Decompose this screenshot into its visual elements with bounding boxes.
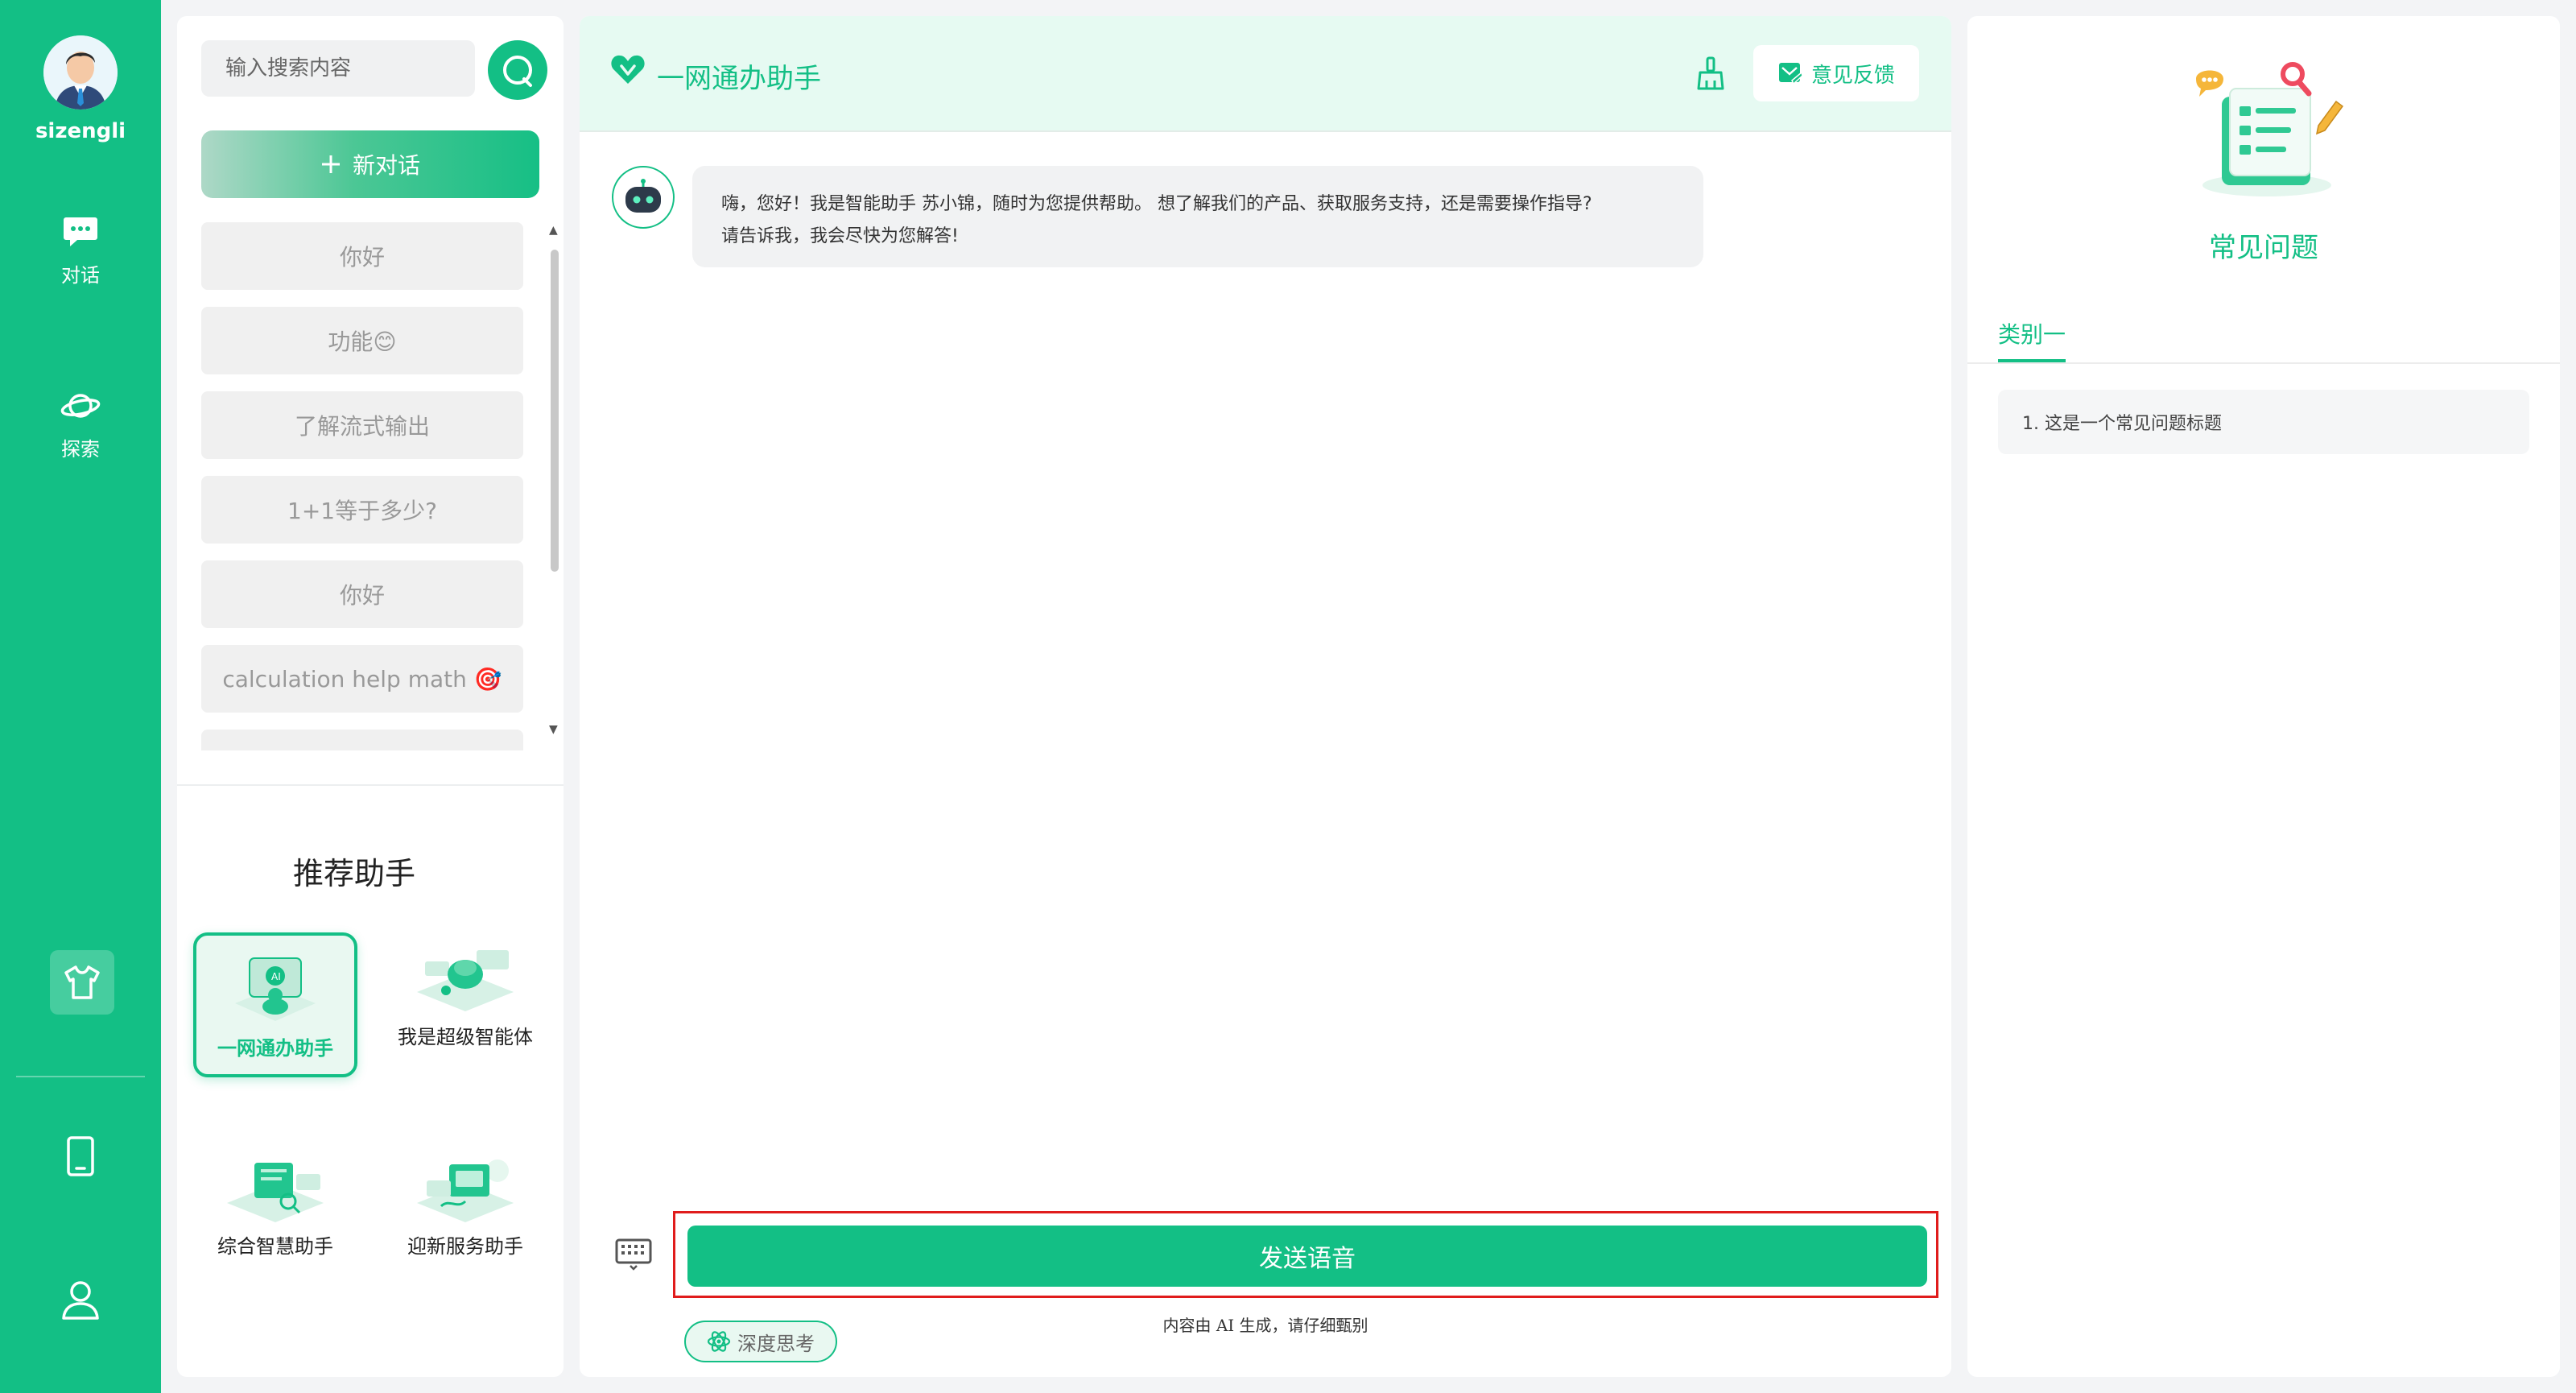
username: sizengli (35, 119, 126, 143)
nav-chat-label: 对话 (61, 264, 100, 287)
assistant-label: 一网通办助手 (217, 1037, 333, 1060)
bot-avatar (612, 166, 675, 229)
faq-title: 常见问题 (2209, 232, 2318, 264)
faq-panel: 常见问题 类别一 1. 这是一个常见问题标题 (1967, 16, 2560, 1377)
history-divider (177, 784, 564, 786)
nav-chat[interactable]: 对话 (0, 216, 161, 287)
mobile-button[interactable] (56, 1132, 105, 1180)
chat-header: 一网通办助手 意见反馈 (580, 16, 1951, 132)
user-avatar[interactable] (43, 35, 118, 110)
assistant-label: 迎新服务助手 (407, 1235, 523, 1258)
nav-divider (16, 1076, 145, 1077)
scroll-up-arrow-icon[interactable]: ▲ (549, 224, 558, 237)
theme-button[interactable] (50, 950, 114, 1015)
feedback-label: 意见反馈 (1810, 63, 1895, 88)
tablet-icon (67, 1136, 94, 1176)
heart-logo-icon (611, 55, 645, 84)
broom-icon (1697, 56, 1724, 90)
conversation-item[interactable]: 1+1等于多少? (201, 476, 523, 544)
assistant-card-welcome[interactable]: 迎新服务助手 (383, 1142, 547, 1287)
assistant-illustration-icon (417, 950, 514, 1011)
search-input[interactable] (201, 40, 475, 97)
user-icon (62, 1281, 99, 1320)
svg-text:AI: AI (271, 971, 281, 982)
assistant-card-super-agent[interactable]: 我是超级智能体 (383, 932, 547, 1077)
faq-tab-underline (1967, 362, 2560, 364)
new-chat-button[interactable]: 新对话 (201, 130, 539, 198)
bot-message-line: 嗨，您好！我是智能助手 苏小锦，随时为您提供帮助。 想了解我们的产品、获取服务支… (721, 194, 1592, 214)
deep-think-toggle[interactable]: 深度思考 (684, 1321, 837, 1362)
assistant-card-smart[interactable]: 综合智慧助手 (193, 1142, 357, 1287)
assistant-card-yiwangtong[interactable]: AI 一网通办助手 (193, 932, 357, 1077)
search-icon (503, 56, 532, 87)
assistant-illustration-icon: AI (235, 957, 316, 1021)
new-chat-label: 新对话 (352, 152, 420, 179)
bot-message-line: 请告诉我，我会尽快为您解答! (721, 226, 959, 246)
conversation-list: 你好 功能😊 了解流式输出 1+1等于多少? 你好 calculation he… (201, 222, 523, 750)
avatar-icon (43, 35, 118, 110)
assistant-label: 我是超级智能体 (398, 1026, 533, 1048)
atom-icon (707, 1331, 731, 1352)
chat-panel: 一网通办助手 意见反馈 嗨，您好！我是智能助手 苏小锦，随时为您提供帮助。 想了… (580, 16, 1951, 1377)
feedback-button[interactable]: 意见反馈 (1753, 45, 1919, 101)
profile-button[interactable] (56, 1275, 105, 1324)
faq-question[interactable]: 1. 这是一个常见问题标题 (1998, 390, 2529, 454)
scroll-down-arrow-icon[interactable]: ▼ (549, 723, 558, 736)
recommend-title: 推荐助手 (292, 856, 415, 891)
nav-explore[interactable]: 探索 (0, 390, 161, 461)
search-button[interactable] (488, 40, 547, 100)
feedback-icon (1778, 63, 1803, 85)
chat-title: 一网通办助手 (657, 63, 821, 95)
nav-rail: sizengli 对话 探索 (0, 0, 161, 1393)
assistant-label: 综合智慧助手 (217, 1235, 333, 1258)
history-panel: 新对话 你好 功能😊 了解流式输出 1+1等于多少? 你好 calculatio… (177, 16, 564, 1377)
plus-icon (321, 155, 340, 173)
nav-explore-label: 探索 (61, 438, 100, 461)
clear-chat-button[interactable] (1695, 56, 1726, 93)
chat-bubble-icon (64, 217, 97, 246)
assistant-illustration-icon (417, 1159, 514, 1222)
deep-think-label: 深度思考 (737, 1332, 815, 1355)
conversation-item-partial[interactable] (201, 730, 523, 750)
conversation-scrollbar[interactable] (551, 250, 559, 572)
conversation-item[interactable]: 你好 (201, 560, 523, 628)
send-voice-button[interactable]: 发送语音 (687, 1226, 1927, 1287)
tshirt-icon (64, 965, 100, 999)
assistant-illustration-icon (227, 1163, 324, 1222)
keyboard-toggle-button[interactable] (615, 1238, 652, 1274)
conversation-item[interactable]: calculation help math 🎯 (201, 645, 523, 713)
bot-message: 嗨，您好！我是智能助手 苏小锦，随时为您提供帮助。 想了解我们的产品、获取服务支… (692, 166, 1703, 267)
conversation-item[interactable]: 你好 (201, 222, 523, 290)
faq-illustration-icon (2196, 62, 2344, 196)
keyboard-icon (615, 1238, 652, 1271)
faq-tab-category[interactable]: 类别一 (1998, 317, 2066, 362)
planet-icon (60, 394, 101, 418)
conversation-item[interactable]: 功能😊 (201, 307, 523, 374)
conversation-item[interactable]: 了解流式输出 (201, 391, 523, 459)
robot-icon (625, 179, 661, 213)
